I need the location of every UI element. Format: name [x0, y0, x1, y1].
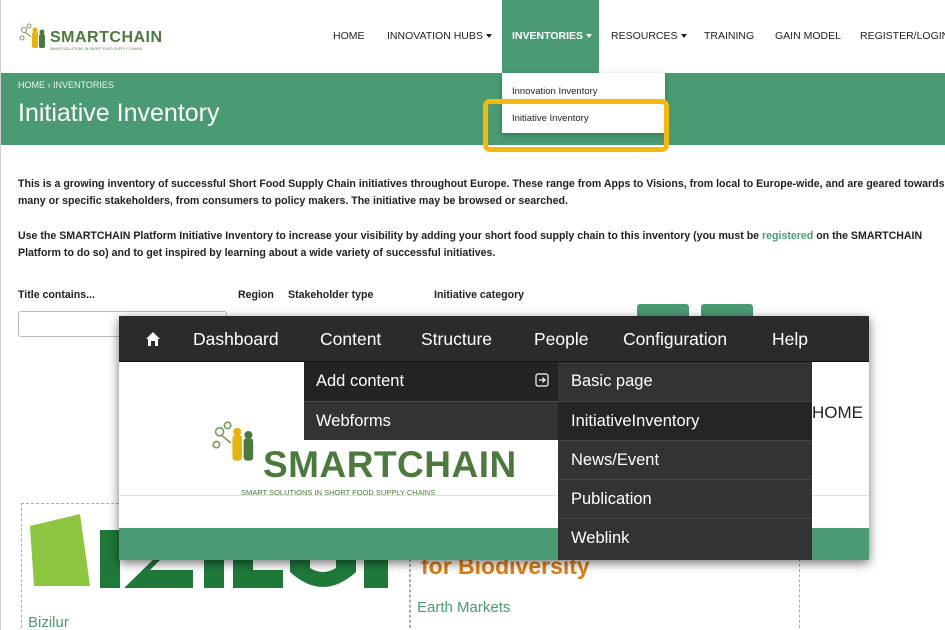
add-content-submenu: Basic page InitiativeInventory News/Even… — [558, 362, 812, 560]
caret-down-icon — [680, 34, 687, 39]
region-filter-label: Region — [238, 289, 274, 301]
nav-home[interactable]: HOME — [333, 0, 365, 73]
toolbar-content[interactable]: Content — [320, 316, 381, 362]
admin-toolbar: Dashboard Content Structure People Confi… — [119, 316, 869, 362]
nav-training[interactable]: TRAINING — [704, 0, 754, 73]
page-title: Initiative Inventory — [18, 99, 220, 127]
toolbar-structure[interactable]: Structure — [421, 316, 492, 362]
stakeholder-filter-label: Stakeholder type — [288, 289, 374, 301]
nav-gain-model[interactable]: GAIN MODEL — [775, 0, 841, 73]
nav-inventories-label: INVENTORIES — [512, 30, 583, 42]
nav-home-label: HOME — [333, 30, 365, 42]
title-filter-label: Title contains... — [18, 289, 95, 301]
nav-training-label: TRAINING — [704, 30, 755, 42]
card-label-earth-markets[interactable]: Earth Markets — [417, 599, 510, 616]
site-logo[interactable]: SMARTCHAIN SMART SOLUTIONS IN SHORT FOOD… — [18, 22, 163, 58]
toolbar-help[interactable]: Help — [772, 316, 808, 362]
highlight-annotation — [483, 99, 669, 152]
intro-text-before: Use the SMARTCHAIN Platform Initiative I… — [18, 230, 763, 242]
content-menu: Add content Webforms — [304, 362, 558, 440]
nav-innovation-hubs-label: INNOVATION HUBS — [387, 30, 483, 42]
site-logo-tagline: SMART SOLUTIONS IN SHORT FOOD SUPPLY CHA… — [50, 47, 143, 51]
registered-link[interactable]: registered — [762, 230, 813, 242]
nav-resources-label: RESOURCES — [611, 30, 678, 42]
menu-item-add-content-label: Add content — [316, 372, 405, 390]
card-label-bizilur[interactable]: Bizilur — [28, 614, 69, 630]
smartchain-logo-icon — [212, 421, 254, 461]
submenu-item-initiativeinventory[interactable]: InitiativeInventory — [558, 401, 812, 440]
submenu-item-basic-page[interactable]: Basic page — [558, 362, 812, 401]
admin-nav-home[interactable]: HOME — [812, 403, 863, 423]
caret-down-icon — [485, 34, 492, 39]
intro-paragraph-2: Use the SMARTCHAIN Platform Initiative I… — [18, 228, 945, 262]
nav-resources[interactable]: RESOURCES — [611, 0, 687, 73]
category-filter-label: Initiative category — [434, 289, 525, 301]
caret-down-icon — [586, 34, 592, 39]
nav-inventories[interactable]: INVENTORIES — [502, 0, 599, 73]
admin-logo-name: SMARTCHAIN — [263, 444, 517, 485]
intro-paragraph: This is a growing inventory of successfu… — [18, 178, 945, 207]
nav-innovation-hubs[interactable]: INNOVATION HUBS — [387, 0, 492, 73]
nav-gain-model-label: GAIN MODEL — [775, 30, 841, 42]
toolbar-configuration[interactable]: Configuration — [623, 316, 727, 362]
submenu-arrow-icon — [535, 373, 549, 387]
dropdown-item-innovation-inventory[interactable]: Innovation Inventory — [512, 86, 598, 97]
site-logo-name: SMARTCHAIN — [50, 29, 163, 46]
menu-item-webforms-label: Webforms — [316, 412, 391, 430]
site-header: SMARTCHAIN SMART SOLUTIONS IN SHORT FOOD… — [1, 0, 945, 73]
admin-overlay-screenshot: SMARTCHAIN SMART SOLUTIONS IN SHORT FOOD… — [119, 316, 869, 560]
nav-register-login[interactable]: REGISTER/LOGIN — [860, 0, 945, 73]
home-icon[interactable] — [145, 331, 161, 347]
page-banner: HOME › INVENTORIES Initiative Inventory — [1, 73, 945, 145]
smartchain-logo-icon — [19, 23, 45, 48]
menu-item-webforms[interactable]: Webforms — [304, 401, 558, 440]
submenu-item-weblink[interactable]: Weblink — [558, 518, 812, 557]
submenu-item-publication[interactable]: Publication — [558, 479, 812, 518]
menu-item-add-content[interactable]: Add content — [304, 362, 558, 401]
toolbar-people[interactable]: People — [534, 316, 589, 362]
submenu-item-news-event[interactable]: News/Event — [558, 440, 812, 479]
toolbar-dashboard[interactable]: Dashboard — [193, 316, 279, 362]
breadcrumb[interactable]: HOME › INVENTORIES — [18, 80, 114, 90]
nav-register-login-label: REGISTER/LOGIN — [860, 30, 945, 42]
